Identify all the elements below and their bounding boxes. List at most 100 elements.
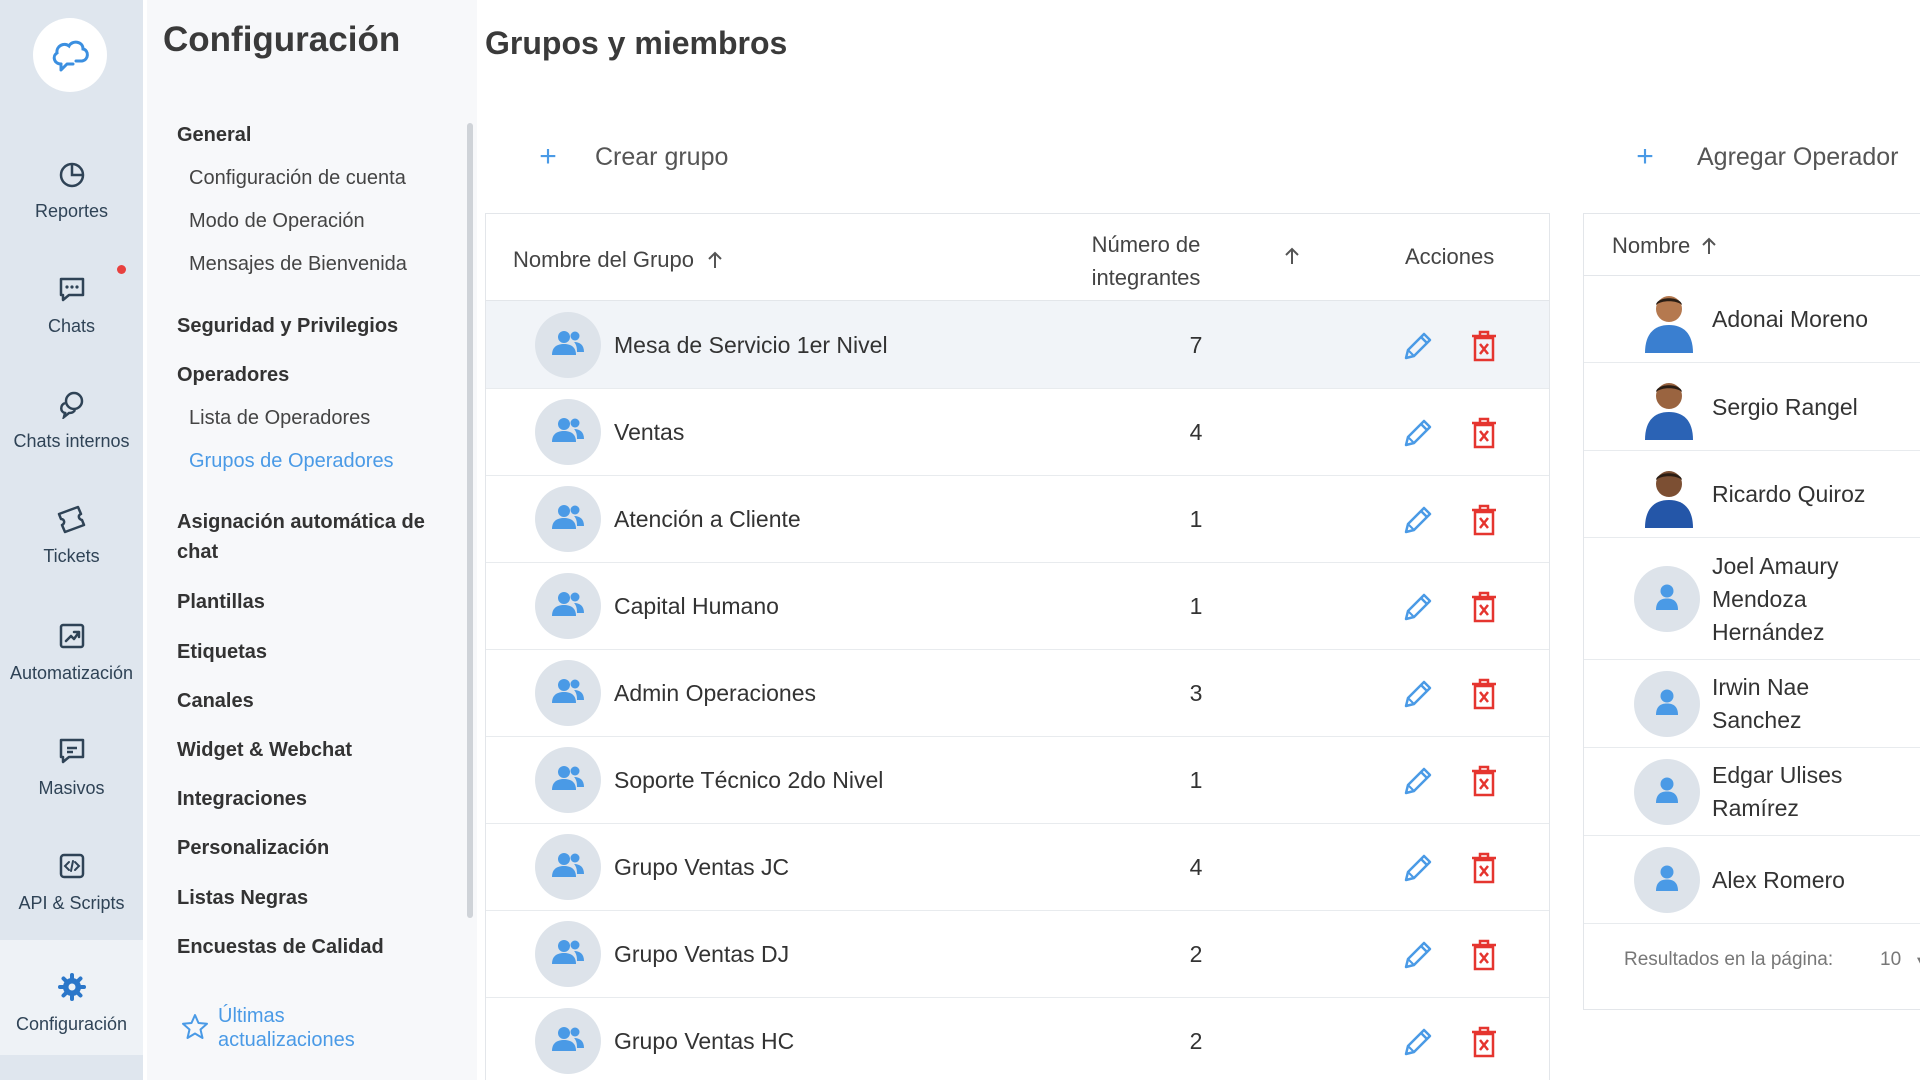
group-avatar [535, 834, 601, 900]
pencil-icon [1401, 419, 1435, 454]
edit-button[interactable] [1401, 851, 1435, 885]
col-header-group-name[interactable]: Nombre del Grupo [513, 247, 726, 273]
rail-item-configuracion[interactable]: Configuración [0, 940, 143, 1055]
table-row[interactable]: Edgar Ulises Ramírez [1584, 748, 1920, 836]
star-icon [182, 1014, 208, 1039]
rail-item-chats[interactable]: Chats [0, 260, 143, 360]
delete-button[interactable] [1469, 590, 1499, 624]
settings-title: Configuración [163, 20, 401, 59]
code-icon [55, 849, 89, 883]
nav-item-config-cuenta[interactable]: Configuración de cuenta [189, 163, 406, 193]
rail-item-tickets[interactable]: Tickets [0, 490, 143, 590]
table-row[interactable]: Grupo Ventas JC 4 [486, 823, 1549, 911]
trash-icon [1469, 852, 1499, 889]
operator-photo [1639, 287, 1699, 353]
rail-item-masivos[interactable]: Masivos [0, 722, 143, 822]
rail-label: Chats [47, 316, 96, 336]
rail-label: API & Scripts [18, 893, 125, 913]
operator-photo [1639, 462, 1699, 528]
col-header-label: Nombre [1612, 233, 1691, 258]
table-row[interactable]: Alex Romero [1584, 836, 1920, 924]
col-header-member-count[interactable]: Número de integrantes [1076, 228, 1216, 294]
nav-section-general[interactable]: General [177, 120, 251, 150]
nav-section-seguridad[interactable]: Seguridad y Privilegios [177, 311, 398, 341]
nav-item-lista-operadores[interactable]: Lista de Operadores [189, 403, 370, 433]
rail-item-automatizacion[interactable]: Automatización [0, 607, 143, 707]
edit-button[interactable] [1401, 590, 1435, 624]
rail-item-api-scripts[interactable]: API & Scripts [0, 837, 143, 937]
edit-button[interactable] [1401, 329, 1435, 363]
nav-item-modo-operacion[interactable]: Modo de Operación [189, 206, 365, 236]
rail-item-reportes[interactable]: Reportes [0, 145, 143, 245]
table-row[interactable]: Ventas 4 [486, 388, 1549, 476]
col-header-label: Número de [1091, 232, 1201, 257]
delete-button[interactable] [1469, 1025, 1499, 1059]
nav-section-operadores[interactable]: Operadores [177, 360, 289, 390]
app-rail: Reportes Chats Chats internos Tickets Au… [0, 0, 143, 1080]
group-icon [550, 589, 586, 624]
group-member-count: 7 [1189, 332, 1203, 358]
delete-button[interactable] [1469, 503, 1499, 537]
sort-arrow-up-icon[interactable] [1281, 245, 1303, 267]
group-name: Mesa de Servicio 1er Nivel [614, 332, 888, 358]
create-group-button[interactable]: + Crear grupo [533, 140, 728, 174]
delete-button[interactable] [1469, 329, 1499, 363]
table-row[interactable]: Grupo Ventas DJ 2 [486, 910, 1549, 998]
nav-item-grupos-operadores[interactable]: Grupos de Operadores [189, 446, 394, 476]
person-icon [1653, 687, 1681, 722]
nav-section-plantillas[interactable]: Plantillas [177, 587, 265, 617]
table-row[interactable]: Joel Amaury Mendoza Hernández [1584, 538, 1920, 660]
nav-section-canales[interactable]: Canales [177, 686, 254, 716]
group-name: Soporte Técnico 2do Nivel [614, 767, 884, 793]
table-row[interactable]: Soporte Técnico 2do Nivel 1 [486, 736, 1549, 824]
internal-chat-icon [55, 387, 89, 421]
edit-button[interactable] [1401, 503, 1435, 537]
results-per-page-label: Resultados en la página: [1624, 949, 1834, 970]
app-logo[interactable] [33, 18, 107, 92]
table-row[interactable]: Sergio Rangel [1584, 363, 1920, 451]
table-row[interactable]: Grupo Ventas HC 2 [486, 997, 1549, 1080]
nav-section-listas-negras[interactable]: Listas Negras [177, 883, 308, 913]
settings-scrollbar[interactable] [467, 123, 473, 918]
nav-section-encuestas[interactable]: Encuestas de Calidad [177, 932, 384, 962]
add-operator-button[interactable]: + Agregar Operador [1630, 140, 1898, 174]
delete-button[interactable] [1469, 938, 1499, 972]
group-icon [550, 1024, 586, 1059]
edit-button[interactable] [1401, 416, 1435, 450]
latest-updates-link[interactable]: Últimas actualizaciones [180, 1004, 388, 1052]
trash-icon [1469, 591, 1499, 628]
nav-section-widget[interactable]: Widget & Webchat [177, 735, 352, 765]
table-row[interactable]: Mesa de Servicio 1er Nivel 7 [486, 301, 1549, 389]
nav-item-mensajes-bienvenida[interactable]: Mensajes de Bienvenida [189, 249, 407, 279]
pencil-icon [1401, 1028, 1435, 1063]
pencil-icon [1401, 593, 1435, 628]
table-row[interactable]: Irwin Nae Sanchez [1584, 660, 1920, 748]
rail-item-chats-internos[interactable]: Chats internos [0, 375, 143, 475]
table-row[interactable]: Ricardo Quiroz [1584, 451, 1920, 538]
delete-button[interactable] [1469, 851, 1499, 885]
edit-button[interactable] [1401, 1025, 1435, 1059]
table-row[interactable]: Atención a Cliente 1 [486, 475, 1549, 563]
pencil-icon [1401, 854, 1435, 889]
delete-button[interactable] [1469, 677, 1499, 711]
rail-label: Chats internos [13, 431, 130, 451]
nav-section-etiquetas[interactable]: Etiquetas [177, 637, 267, 667]
edit-button[interactable] [1401, 764, 1435, 798]
edit-button[interactable] [1401, 938, 1435, 972]
table-row[interactable]: Admin Operaciones 3 [486, 649, 1549, 737]
group-name: Grupo Ventas HC [614, 1028, 795, 1054]
group-name: Admin Operaciones [614, 680, 816, 706]
col-header-operator-name[interactable]: Nombre [1612, 233, 1720, 259]
delete-button[interactable] [1469, 764, 1499, 798]
nav-section-integraciones[interactable]: Integraciones [177, 784, 307, 814]
edit-button[interactable] [1401, 677, 1435, 711]
operator-name: Irwin Nae Sanchez [1712, 674, 1810, 733]
group-name: Grupo Ventas JC [614, 854, 790, 880]
per-page-select[interactable]: 10 ▼ [1880, 949, 1920, 971]
table-row[interactable]: Capital Humano 1 [486, 562, 1549, 650]
nav-section-asignacion[interactable]: Asignación automática de chat [177, 507, 447, 567]
table-row[interactable]: Adonai Moreno [1584, 276, 1920, 363]
automation-icon [55, 619, 89, 653]
nav-section-personalizacion[interactable]: Personalización [177, 833, 329, 863]
delete-button[interactable] [1469, 416, 1499, 450]
